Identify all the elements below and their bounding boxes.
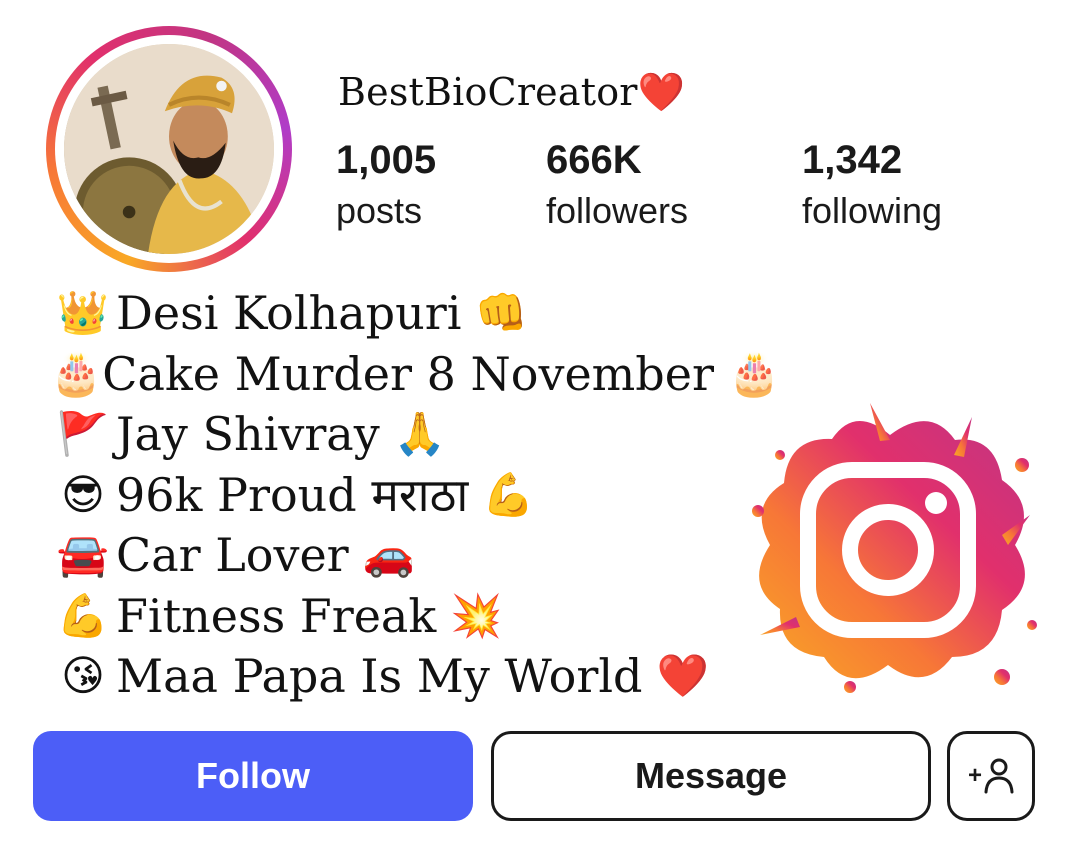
collision-icon: 💥	[450, 590, 503, 640]
bio-line: 😎 96k Proud मराठा 💪	[50, 465, 750, 526]
add-user-icon: +	[968, 758, 1014, 794]
flexed-biceps-icon: 💪	[56, 590, 110, 640]
username-text: BestBioCreator	[338, 70, 638, 114]
heart-icon: ❤️	[656, 651, 709, 700]
avatar[interactable]	[64, 44, 274, 254]
message-button[interactable]: Message	[491, 731, 931, 821]
sunglasses-face-icon: 😎	[61, 469, 105, 519]
bio-line: 👑 Desi Kolhapuri 👊	[50, 283, 750, 344]
flag-icon: 🚩	[56, 409, 110, 458]
avatar-story-ring[interactable]	[46, 26, 292, 272]
bio-text: 96k Proud मराठा	[116, 467, 469, 522]
folded-hands-icon: 🙏	[393, 409, 447, 458]
stat-posts[interactable]: 1,005 posts	[336, 137, 436, 239]
cake-icon: 🎂	[50, 348, 103, 398]
warrior-avatar-icon	[64, 44, 274, 254]
svg-text:+: +	[968, 762, 982, 789]
following-count: 1,342	[802, 138, 903, 182]
bio-line: 💪 Fitness Freak 💥	[50, 586, 750, 647]
following-label: following	[802, 190, 943, 231]
bio-line: 🎂 Cake Murder 8 November 🎂	[50, 344, 780, 405]
bio-line: 🚩 Jay Shivray 🙏	[50, 404, 750, 465]
fist-icon: 👊	[475, 288, 528, 337]
bio-text: Jay Shivray	[116, 407, 380, 461]
car-front-icon: 🚘	[56, 530, 110, 579]
follow-label: Follow	[196, 755, 310, 796]
username: BestBioCreator❤️	[338, 70, 685, 115]
followers-count: 666K	[546, 138, 642, 182]
bio-text: Desi Kolhapuri	[116, 286, 462, 340]
stat-followers[interactable]: 666K followers	[546, 137, 688, 239]
message-label: Message	[634, 755, 788, 796]
posts-label: posts	[336, 190, 423, 231]
crown-icon: 👑	[56, 288, 110, 337]
posts-count: 1,005	[336, 138, 437, 182]
bio-text: Maa Papa Is My World	[116, 649, 643, 703]
heart-icon: ❤️	[637, 70, 686, 114]
bio-text: Car Lover	[116, 528, 349, 582]
bio: 👑 Desi Kolhapuri 👊 🎂 Cake Murder 8 Novem…	[50, 283, 780, 707]
bio-line: 😘 Maa Papa Is My World ❤️	[50, 646, 750, 707]
followers-label: followers	[546, 190, 689, 231]
follow-button[interactable]: Follow	[33, 731, 473, 821]
instagram-logo-icon	[752, 403, 1037, 693]
bio-text: Fitness Freak	[116, 588, 437, 643]
add-user-button[interactable]: +	[947, 731, 1035, 821]
stat-following[interactable]: 1,342 following	[802, 137, 942, 239]
bio-text: Cake Murder 8 November	[102, 346, 714, 401]
bio-line: 🚘 Car Lover 🚗	[50, 525, 750, 586]
flexed-biceps-icon: 💪	[482, 469, 535, 519]
car-icon: 🚗	[362, 530, 415, 579]
kissing-face-icon: 😘	[61, 651, 105, 700]
